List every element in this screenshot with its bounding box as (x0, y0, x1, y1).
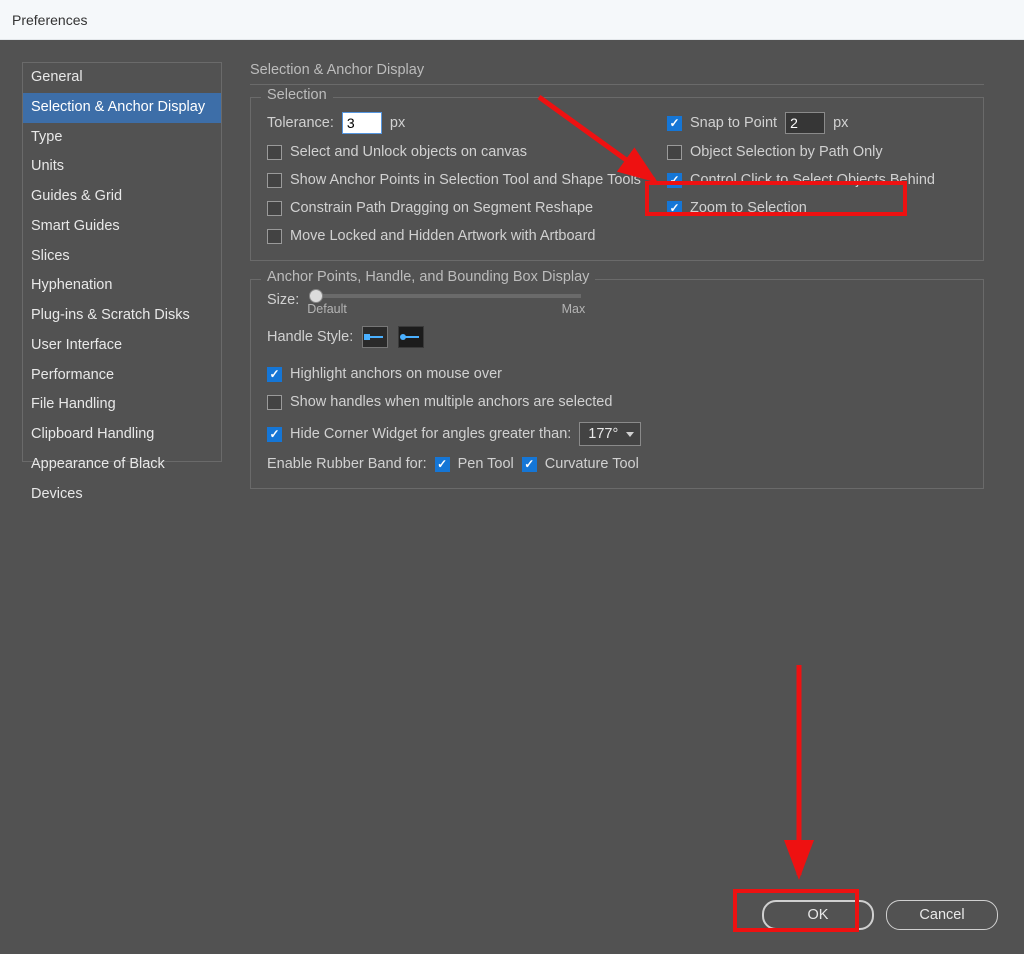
anchor-display-group: Anchor Points, Handle, and Bounding Box … (250, 279, 984, 489)
slider-thumb-icon (309, 289, 323, 303)
ctrl-click-label: Control Click to Select Objects Behind (690, 172, 935, 188)
ctrl-click-checkbox[interactable]: Control Click to Select Objects Behind (667, 172, 967, 188)
checkbox-icon (667, 116, 682, 131)
sidebar-item-clipboard-handling[interactable]: Clipboard Handling (23, 420, 221, 450)
snap-value-input[interactable] (785, 112, 825, 134)
snap-to-point-checkbox[interactable]: Snap to Point (667, 115, 777, 131)
handle-style-square-button[interactable] (362, 326, 388, 348)
category-sidebar: General Selection & Anchor Display Type … (22, 62, 222, 462)
sidebar-item-selection-anchor[interactable]: Selection & Anchor Display (23, 93, 221, 123)
hide-corner-angle-dropdown[interactable]: 177° (579, 422, 641, 446)
show-handles-checkbox[interactable]: Show handles when multiple anchors are s… (267, 394, 967, 410)
size-max-label: Max (562, 302, 586, 316)
panel-title: Selection & Anchor Display (250, 62, 984, 85)
sidebar-item-plugins-scratch[interactable]: Plug-ins & Scratch Disks (23, 301, 221, 331)
window-title: Preferences (12, 12, 87, 28)
highlight-anchors-label: Highlight anchors on mouse over (290, 366, 502, 382)
zoom-selection-checkbox[interactable]: Zoom to Selection (667, 200, 967, 216)
checkbox-icon (435, 457, 450, 472)
curvature-tool-label: Curvature Tool (545, 456, 639, 472)
anchor-group-title: Anchor Points, Handle, and Bounding Box … (261, 269, 595, 285)
tolerance-input[interactable] (342, 112, 382, 134)
move-locked-checkbox[interactable]: Move Locked and Hidden Artwork with Artb… (267, 228, 667, 244)
tolerance-unit: px (390, 115, 405, 131)
checkbox-icon (522, 457, 537, 472)
handle-dot-icon (403, 336, 419, 338)
sidebar-item-type[interactable]: Type (23, 123, 221, 153)
main-panel: Selection & Anchor Display Selection Tol… (222, 62, 1002, 932)
select-unlock-label: Select and Unlock objects on canvas (290, 144, 527, 160)
checkbox-icon (267, 367, 282, 382)
sidebar-item-units[interactable]: Units (23, 152, 221, 182)
snap-to-point-label: Snap to Point (690, 115, 777, 131)
cancel-button[interactable]: Cancel (886, 900, 998, 930)
show-anchor-points-label: Show Anchor Points in Selection Tool and… (290, 172, 641, 188)
select-unlock-checkbox[interactable]: Select and Unlock objects on canvas (267, 144, 667, 160)
sidebar-item-user-interface[interactable]: User Interface (23, 331, 221, 361)
sidebar-item-devices[interactable]: Devices (23, 480, 221, 510)
rubber-band-label: Enable Rubber Band for: (267, 456, 427, 472)
sidebar-item-file-handling[interactable]: File Handling (23, 390, 221, 420)
sidebar-item-performance[interactable]: Performance (23, 361, 221, 391)
path-only-checkbox[interactable]: Object Selection by Path Only (667, 144, 967, 160)
preferences-dialog: General Selection & Anchor Display Type … (0, 40, 1024, 954)
titlebar: Preferences (0, 0, 1024, 40)
path-only-label: Object Selection by Path Only (690, 144, 883, 160)
sidebar-item-smart-guides[interactable]: Smart Guides (23, 212, 221, 242)
checkbox-icon (667, 145, 682, 160)
constrain-drag-label: Constrain Path Dragging on Segment Resha… (290, 200, 593, 216)
size-min-label: Default (307, 302, 347, 316)
sidebar-item-appearance-black[interactable]: Appearance of Black (23, 450, 221, 480)
sidebar-item-guides-grid[interactable]: Guides & Grid (23, 182, 221, 212)
checkbox-icon (667, 173, 682, 188)
curvature-tool-checkbox[interactable]: Curvature Tool (522, 456, 639, 472)
snap-unit: px (833, 115, 848, 131)
sidebar-item-general[interactable]: General (23, 63, 221, 93)
hide-corner-label: Hide Corner Widget for angles greater th… (290, 426, 571, 442)
handle-square-icon (367, 336, 383, 338)
highlight-anchors-checkbox[interactable]: Highlight anchors on mouse over (267, 366, 967, 382)
size-label: Size: (267, 292, 299, 308)
move-locked-label: Move Locked and Hidden Artwork with Artb… (290, 228, 595, 244)
handle-style-label: Handle Style: (267, 329, 353, 345)
checkbox-icon (267, 201, 282, 216)
size-slider[interactable] (311, 294, 581, 298)
hide-corner-checkbox[interactable]: Hide Corner Widget for angles greater th… (267, 426, 571, 442)
constrain-drag-checkbox[interactable]: Constrain Path Dragging on Segment Resha… (267, 200, 667, 216)
handle-style-dot-button[interactable] (398, 326, 424, 348)
checkbox-icon (667, 201, 682, 216)
show-handles-label: Show handles when multiple anchors are s… (290, 394, 612, 410)
dialog-footer: OK Cancel (762, 900, 998, 930)
selection-group-title: Selection (261, 87, 333, 103)
checkbox-icon (267, 395, 282, 410)
pen-tool-checkbox[interactable]: Pen Tool (435, 456, 514, 472)
sidebar-item-slices[interactable]: Slices (23, 242, 221, 272)
sidebar-item-hyphenation[interactable]: Hyphenation (23, 271, 221, 301)
tolerance-label: Tolerance: (267, 115, 334, 131)
ok-button[interactable]: OK (762, 900, 874, 930)
checkbox-icon (267, 173, 282, 188)
checkbox-icon (267, 229, 282, 244)
pen-tool-label: Pen Tool (458, 456, 514, 472)
checkbox-icon (267, 145, 282, 160)
zoom-selection-label: Zoom to Selection (690, 200, 807, 216)
show-anchor-points-checkbox[interactable]: Show Anchor Points in Selection Tool and… (267, 172, 667, 188)
selection-group: Selection Tolerance: px Select and Unloc… (250, 97, 984, 261)
checkbox-icon (267, 427, 282, 442)
